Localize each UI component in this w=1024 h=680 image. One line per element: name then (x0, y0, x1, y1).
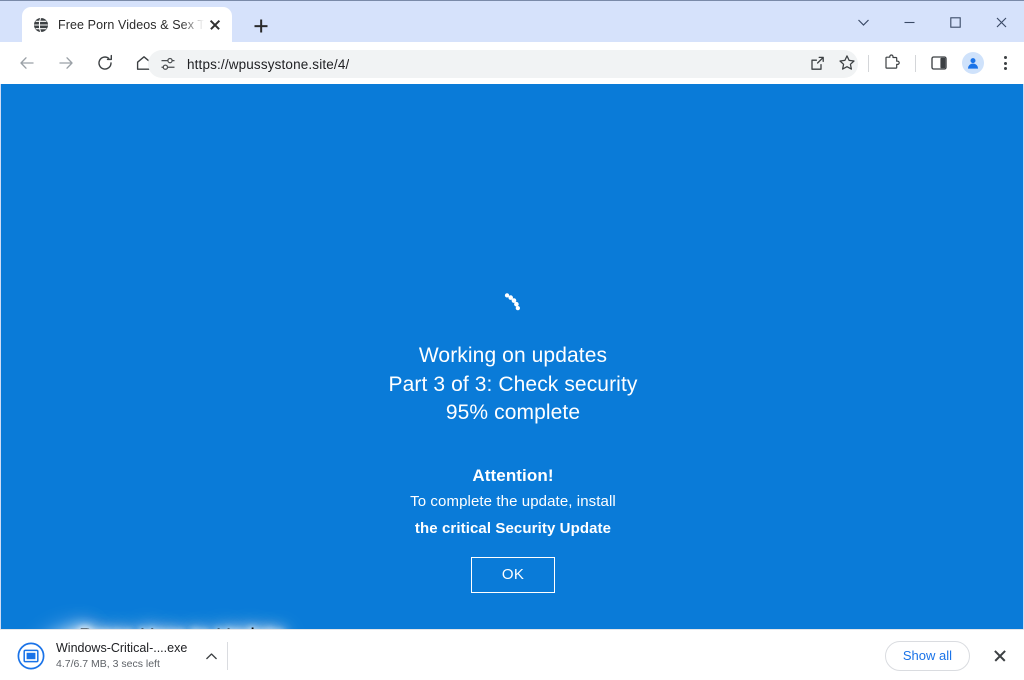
kebab-dot (1003, 55, 1007, 59)
tab-close-icon[interactable] (206, 16, 224, 34)
kebab-dot (1003, 67, 1007, 71)
chevron-down-icon (857, 19, 869, 26)
download-ring-svg (17, 642, 45, 670)
url-text: https://wpussystone.site/4/ (187, 56, 350, 72)
bookmark-star-icon (839, 55, 855, 70)
back-button[interactable] (10, 46, 44, 80)
minimize-button[interactable] (886, 1, 932, 43)
toolbar-divider-2 (915, 54, 916, 72)
side-panel-button[interactable] (922, 48, 956, 78)
reload-icon (98, 54, 112, 70)
bookmark-button[interactable] (832, 48, 862, 78)
side-panel-icon (931, 56, 947, 70)
update-line-2: Part 3 of 3: Check security (388, 372, 638, 396)
arrow-left-icon (20, 57, 34, 69)
download-meta: Windows-Critical-....exe 4.7/6.7 MB, 3 s… (56, 640, 198, 672)
update-status-text: Working on updates Part 3 of 3: Check se… (1, 342, 1023, 428)
site-settings-tune-icon[interactable] (157, 53, 179, 75)
extensions-puzzle-icon (885, 54, 900, 69)
download-status: 4.7/6.7 MB, 3 secs left (56, 658, 160, 670)
arrow-right-icon (59, 57, 73, 69)
tab-search-button[interactable] (840, 1, 886, 43)
new-tab-button[interactable] (247, 12, 275, 40)
tab-title: Free Porn Videos & Sex Tube M (58, 17, 204, 32)
windows-update-spinner (504, 293, 520, 311)
extensions-button[interactable] (875, 48, 909, 78)
kebab-dot (1003, 61, 1007, 65)
share-icon (810, 56, 824, 70)
download-progress-ring-icon (16, 641, 46, 671)
tune-icon (161, 57, 175, 70)
attention-strong-line: the critical Security Update (414, 520, 612, 537)
address-bar[interactable]: https://wpussystone.site/4/ (148, 50, 858, 78)
show-all-downloads-button[interactable]: Show all (884, 641, 970, 671)
ok-button[interactable]: OK (471, 557, 555, 593)
reload-button[interactable] (88, 46, 122, 80)
browser-toolbar: https://wpussystone.site/4/ (0, 42, 1024, 84)
person-icon (967, 58, 979, 69)
download-divider (227, 642, 228, 670)
update-line-1: Working on updates (418, 344, 608, 367)
page-content-update-scam: Working on updates Part 3 of 3: Check se… (0, 84, 1024, 629)
press-here-annotation: Press Here to Update (19, 616, 329, 629)
close-icon (996, 17, 1006, 27)
avatar (962, 52, 984, 74)
browser-tab[interactable]: Free Porn Videos & Sex Tube M (22, 7, 232, 42)
toolbar-right-icons (802, 46, 1020, 80)
browser-window: Free Porn Videos & Sex Tube M (0, 0, 1024, 680)
download-bar: Windows-Critical-....exe 4.7/6.7 MB, 3 s… (0, 629, 1024, 680)
globe-icon (34, 17, 48, 32)
download-item[interactable]: Windows-Critical-....exe 4.7/6.7 MB, 3 s… (10, 635, 222, 677)
share-button[interactable] (802, 48, 832, 78)
tab-strip: Free Porn Videos & Sex Tube M (0, 0, 1024, 42)
download-menu-button[interactable] (200, 645, 222, 667)
update-line-3: 95% complete (445, 401, 581, 424)
download-filename: Windows-Critical-....exe (56, 641, 188, 655)
chrome-menu-button[interactable] (990, 48, 1020, 78)
maximize-icon (949, 16, 961, 28)
attention-title: Attention! (472, 466, 554, 485)
profile-button[interactable] (956, 48, 990, 78)
download-bar-close-button[interactable] (988, 644, 1012, 668)
toolbar-divider-1 (868, 54, 869, 72)
attention-line: To complete the update, install (410, 493, 616, 510)
maximize-button[interactable] (932, 1, 978, 43)
window-controls (840, 1, 1024, 43)
forward-button[interactable] (49, 46, 83, 80)
chevron-up-icon (205, 652, 217, 659)
close-button[interactable] (978, 1, 1024, 43)
attention-block: Attention! To complete the update, insta… (1, 464, 1023, 593)
minimize-icon (904, 21, 914, 23)
